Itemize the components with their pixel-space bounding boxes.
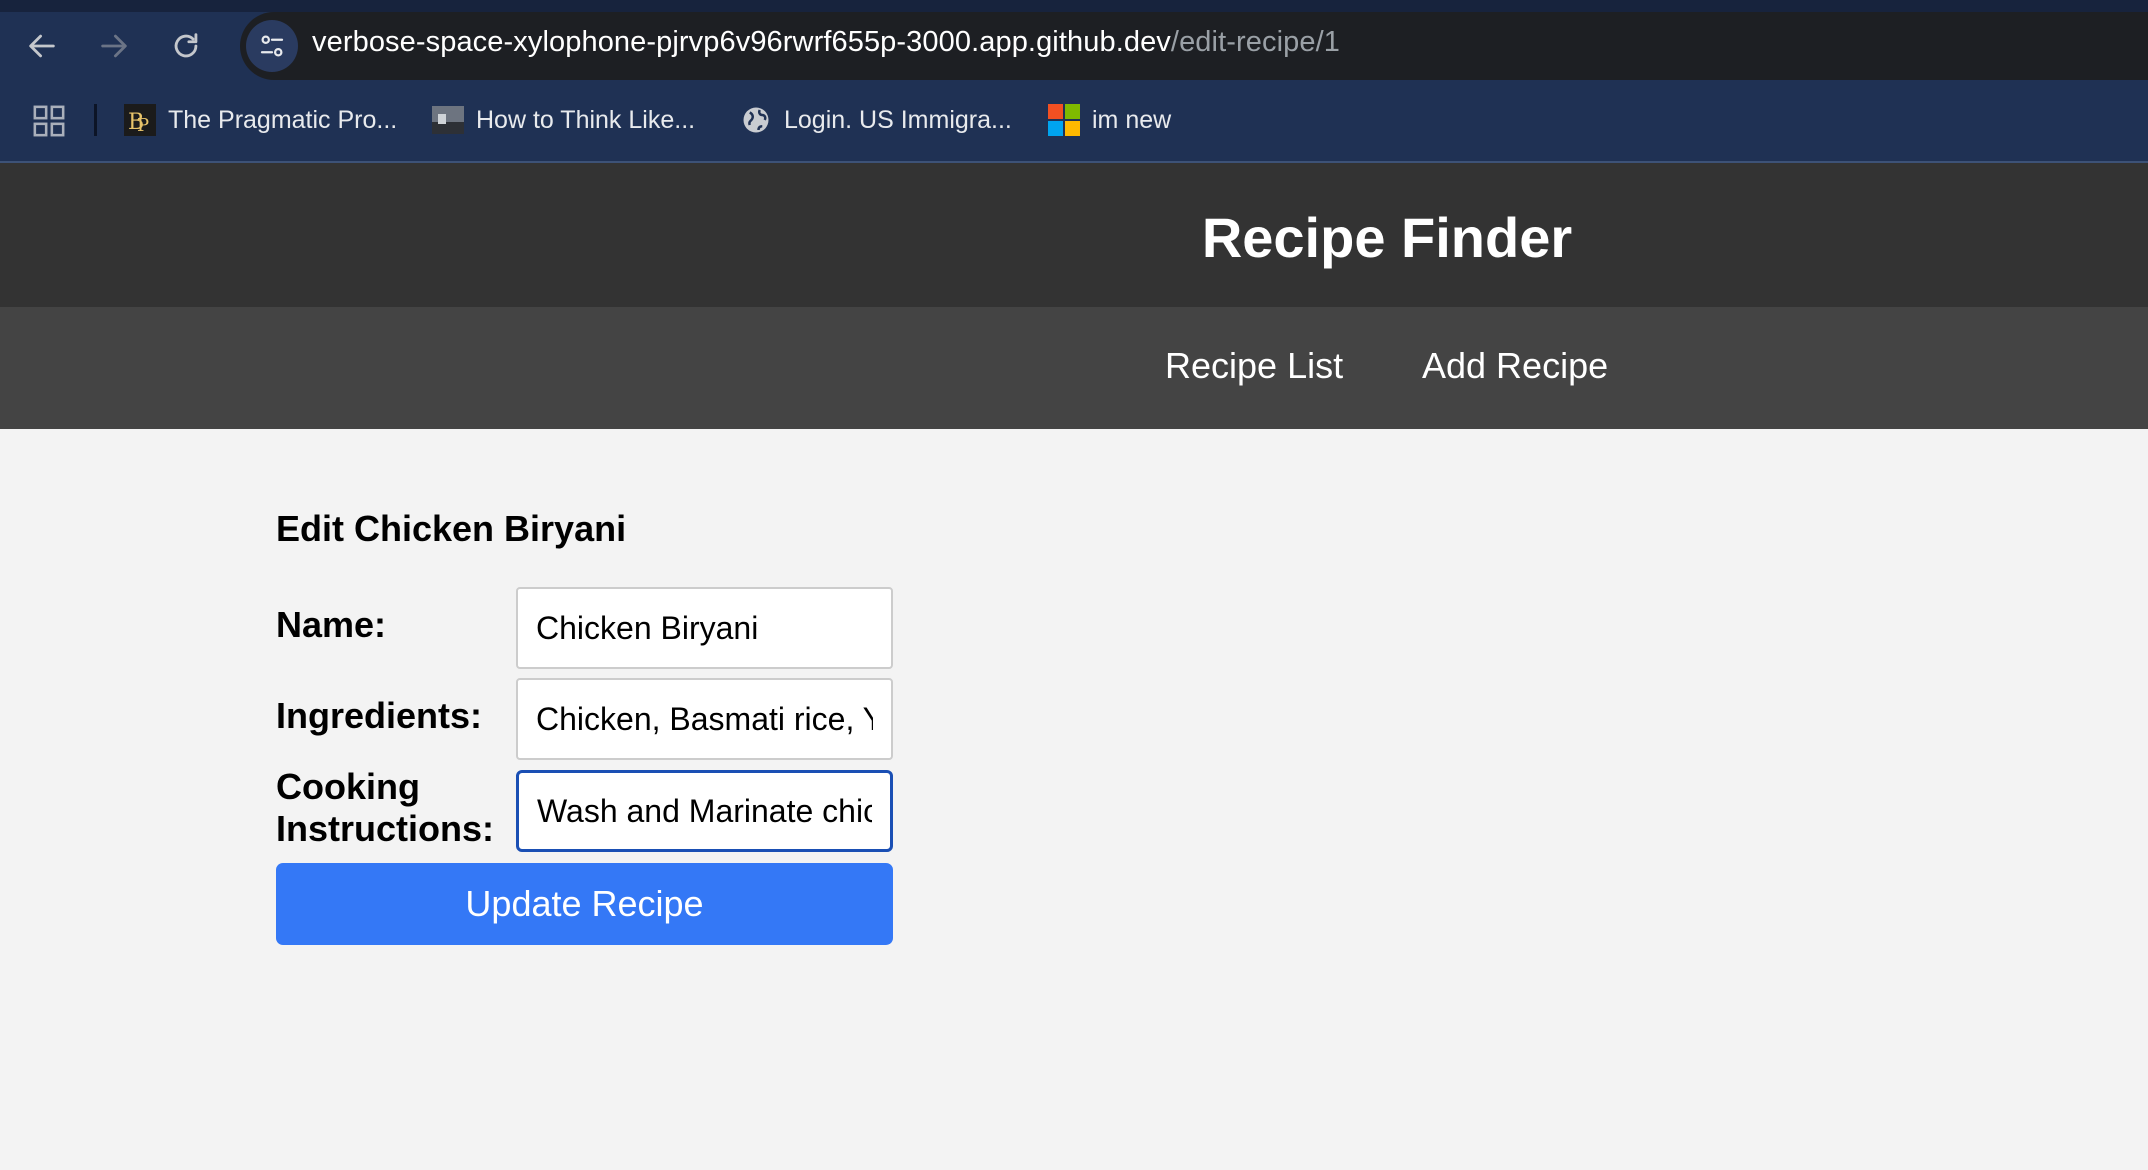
svg-text:P: P bbox=[137, 115, 149, 136]
site-info-button[interactable] bbox=[246, 20, 298, 72]
bookmark-label: Login. US Immigra... bbox=[784, 105, 1012, 134]
bookmark-im-new[interactable]: im new bbox=[1048, 100, 1171, 140]
instructions-label-line2: Instructions: bbox=[276, 808, 495, 849]
app-header: Recipe Finder bbox=[0, 161, 2148, 307]
bookmark-label: im new bbox=[1092, 105, 1172, 134]
update-recipe-button[interactable]: Update Recipe bbox=[276, 863, 893, 945]
ingredients-input[interactable] bbox=[516, 678, 893, 760]
instructions-input[interactable] bbox=[516, 770, 893, 852]
pragmatic-bookshelf-icon: BP bbox=[124, 104, 156, 136]
bookmark-label: The Pragmatic Pro... bbox=[168, 105, 398, 134]
name-input[interactable] bbox=[516, 587, 893, 669]
bookmarks-bar: BP The Pragmatic Pro... How to Think Lik… bbox=[0, 92, 2148, 148]
url-host: verbose-space-xylophone-pjrvp6v96rwrf655… bbox=[312, 26, 1171, 58]
forward-arrow-icon bbox=[101, 34, 127, 58]
tune-icon bbox=[260, 35, 284, 57]
bookmark-pragmatic[interactable]: BP The Pragmatic Pro... bbox=[124, 100, 397, 140]
back-arrow-icon bbox=[29, 34, 55, 58]
instructions-label-line1: Cooking bbox=[276, 766, 420, 807]
reload-icon bbox=[174, 33, 198, 58]
app-nav: Recipe List Add Recipe bbox=[0, 307, 2148, 429]
apps-grid-icon[interactable] bbox=[32, 104, 66, 138]
ingredients-label: Ingredients: bbox=[276, 695, 483, 736]
tab-strip bbox=[0, 0, 2148, 12]
name-label: Name: bbox=[276, 604, 387, 645]
bookmark-us-immigration[interactable]: Login. US Immigra... bbox=[740, 100, 1012, 140]
bookmarks-separator bbox=[94, 104, 97, 136]
forward-button[interactable] bbox=[90, 22, 138, 70]
globe-icon bbox=[740, 104, 772, 136]
bookmark-think-like[interactable]: How to Think Like... bbox=[432, 100, 695, 140]
back-button[interactable] bbox=[18, 22, 66, 70]
url-text[interactable]: verbose-space-xylophone-pjrvp6v96rwrf655… bbox=[312, 26, 1340, 59]
page-title: Edit Chicken Biryani bbox=[276, 508, 627, 549]
microsoft-icon bbox=[1048, 104, 1080, 136]
bookmark-label: How to Think Like... bbox=[476, 105, 696, 134]
nav-link-recipe-list[interactable]: Recipe List bbox=[1165, 345, 1343, 387]
thumbnail-icon bbox=[432, 104, 464, 136]
instructions-label: Cooking Instructions: bbox=[276, 766, 494, 850]
url-path: /edit-recipe/1 bbox=[1170, 26, 1340, 58]
reload-button[interactable] bbox=[162, 22, 210, 70]
app-title: Recipe Finder bbox=[1201, 206, 1573, 269]
nav-link-add-recipe[interactable]: Add Recipe bbox=[1422, 345, 1608, 387]
